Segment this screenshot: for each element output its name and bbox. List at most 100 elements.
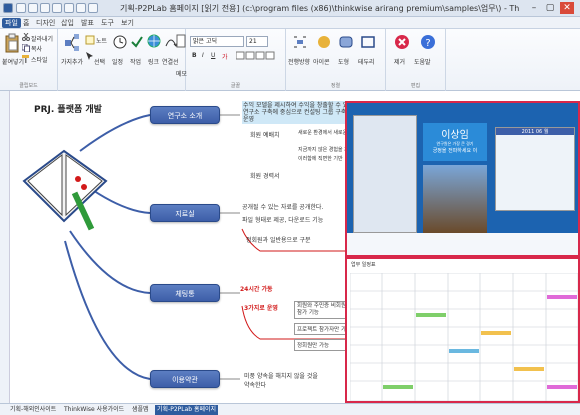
branch-node-resources[interactable]: 지료실 — [150, 204, 220, 222]
undo-icon[interactable] — [52, 3, 62, 13]
icon-picker-button[interactable]: 아이콘 — [313, 57, 330, 66]
branch-leaf[interactable]: 회원 경력서 — [250, 171, 280, 180]
schedule-button[interactable]: 일정 — [112, 57, 123, 66]
add-branch-icon[interactable] — [64, 33, 80, 53]
save-icon[interactable] — [40, 3, 50, 13]
doc-tab[interactable]: ThinkWise 사용가이드 — [62, 405, 126, 415]
open-file-icon[interactable] — [28, 3, 38, 13]
schedule-icon[interactable] — [113, 35, 127, 49]
branch-leaf[interactable]: 회원 예배치 — [250, 130, 280, 139]
task-icon[interactable] — [130, 35, 144, 49]
preview-photo — [423, 165, 487, 233]
shape-icon[interactable] — [338, 34, 354, 50]
title-bar: 기획-P2PLab 홈페이지 [읽기 전용] (c:\program files… — [0, 0, 580, 17]
schedule-grid — [350, 273, 578, 401]
font-name-select[interactable]: 맑은 고딕 — [190, 36, 244, 47]
mindmap-canvas[interactable]: PRJ. 플랫폼 개발 연구소 소개 수익 모델을 제시하여 수익을 창출할 수… — [10, 91, 580, 403]
doc-tab-active[interactable]: 기획-P2PLab 홈페이지 — [155, 405, 219, 415]
branch-leaf[interactable]: 수익 모델을 제시하여 수익을 창출할 수 있는 연구소 구축에 중심으로 컨설… — [242, 101, 362, 124]
root-notebook-icon[interactable] — [16, 121, 112, 241]
menu-present[interactable]: 발표 — [78, 18, 97, 28]
left-side-panel[interactable] — [0, 91, 10, 403]
branch-leaf[interactable]: 공개될 수 있는 자료를 공개한다. — [242, 202, 323, 211]
menu-view[interactable]: 보기 — [118, 18, 137, 28]
branch-leaf[interactable]: 미풍 양속을 해치지 않을 것을 약속한다 — [244, 372, 318, 390]
note-button[interactable]: 노트 — [96, 36, 107, 45]
branch-leaf[interactable]: 프로젝트 참가자만 가능 — [294, 323, 350, 335]
menu-insert[interactable]: 삽입 — [58, 18, 77, 28]
branch-leaf[interactable]: 파일 형태로 제공, 다운로드 기능 — [242, 215, 323, 224]
paste-button[interactable]: 붙여넣기 — [2, 57, 24, 66]
border-icon[interactable] — [360, 34, 376, 50]
app-window: 기획-P2PLab 홈페이지 [읽기 전용] (c:\program files… — [0, 0, 580, 415]
branch-leaf[interactable]: 3가지로 운영 — [244, 303, 278, 312]
help-icon[interactable]: ? — [420, 34, 436, 50]
delete-icon[interactable] — [394, 34, 410, 50]
ribbon: 붙여넣기 잘라내기 복사 스타일 클립보드 가지추가 노트 선택 일정 작업 링… — [0, 29, 580, 91]
new-file-icon[interactable] — [16, 3, 26, 13]
minimize-button[interactable]: – — [527, 2, 541, 14]
cut-icon[interactable] — [22, 33, 30, 41]
menu-file[interactable]: 파일 — [2, 18, 21, 28]
task-button[interactable]: 작업 — [130, 57, 141, 66]
branch-node-chat[interactable]: 체팅통 — [150, 284, 220, 302]
ribbon-group-clipboard: 붙여넣기 잘라내기 복사 스타일 클립보드 — [0, 29, 58, 91]
icon-picker-icon[interactable] — [316, 34, 332, 50]
doc-tab[interactable]: 샘플맵 — [130, 405, 151, 415]
window-title: 기획-P2PLab 홈페이지 [읽기 전용] (c:\program files… — [120, 4, 520, 13]
copy-icon[interactable] — [22, 44, 30, 52]
edit-group-label: 편집 — [410, 83, 421, 89]
format-painter-icon[interactable] — [22, 55, 30, 63]
cut-button[interactable]: 잘라내기 — [31, 34, 53, 43]
redo-icon[interactable] — [64, 3, 74, 13]
preview-calendar-title: 2011 06 월 — [496, 128, 574, 135]
alignment-icons[interactable] — [236, 51, 276, 61]
delete-button[interactable]: 제거 — [394, 57, 405, 66]
preview-icon-row — [347, 233, 578, 255]
restore-button[interactable]: ▢ — [543, 2, 557, 14]
italic-button[interactable]: I — [202, 52, 204, 59]
shape-button[interactable]: 도형 — [338, 57, 349, 66]
help-button[interactable]: 도움말 — [414, 57, 431, 66]
branch-node-intro[interactable]: 연구소 소개 — [150, 106, 220, 124]
map-direction-button[interactable]: 전행방향 — [288, 57, 310, 66]
menu-tools[interactable]: 도구 — [98, 18, 117, 28]
print-icon[interactable] — [76, 3, 86, 13]
menu-home[interactable]: 홈 — [20, 18, 32, 28]
bold-button[interactable]: B — [192, 52, 197, 59]
doc-tab[interactable]: 기획-해외인사이트 — [8, 405, 58, 415]
branch-leaf[interactable]: 정회원만 가능 — [294, 339, 350, 351]
branch-leaf[interactable]: 회원와 주민증 비회원 참가 기능 — [294, 301, 350, 319]
memo-icon[interactable] — [176, 34, 186, 48]
root-title[interactable]: PRJ. 플랫폼 개발 — [34, 102, 102, 115]
close-button[interactable]: ✕ — [560, 2, 574, 14]
thumbnail-website-preview[interactable]: 이상임 연구원은 가장 큰 경기 긍정을 전파하세요 이 2011 06 월 — [345, 101, 580, 257]
note-icon[interactable] — [85, 35, 95, 45]
underline-button[interactable]: U — [211, 52, 215, 59]
link-icon[interactable] — [147, 34, 161, 48]
ribbon-group-insert: 가지추가 노트 선택 일정 작업 링크 연결선 메모 — [58, 29, 187, 91]
add-branch-button[interactable]: 가지추가 — [61, 57, 83, 66]
schedule-header: 업무 일정표 — [351, 262, 376, 268]
menu-design[interactable]: 디자인 — [33, 18, 58, 28]
format-painter-button[interactable]: 스타일 — [31, 55, 48, 64]
select-button[interactable]: 선택 — [94, 57, 105, 66]
connector-button[interactable]: 연결선 — [162, 57, 179, 66]
thumbnail-schedule-preview[interactable]: 업무 일정표 — [345, 257, 580, 403]
menu-bar: 파일 홈 디자인 삽입 발표 도구 보기 — [0, 17, 580, 29]
map-direction-icon[interactable] — [292, 34, 308, 50]
app-logo-icon[interactable] — [3, 3, 13, 13]
svg-text:?: ? — [425, 38, 430, 49]
sub-leaf[interactable]: 이러함에 직면한 기반 — [298, 155, 343, 162]
link-button[interactable]: 링크 — [148, 57, 159, 66]
ribbon-group-edit: 제거 ? 도움말 편집 — [386, 29, 446, 91]
copy-button[interactable]: 복사 — [31, 44, 42, 53]
font-size-select[interactable]: 21 — [246, 36, 268, 47]
paste-icon[interactable] — [4, 33, 20, 53]
branch-leaf[interactable]: 24시간 가동 — [240, 284, 273, 293]
quick-access-dropdown-icon[interactable] — [88, 3, 98, 13]
branch-leaf[interactable]: 정회원과 일반용으로 구분 — [246, 235, 311, 244]
border-button[interactable]: 테두리 — [358, 57, 375, 66]
branch-node-terms[interactable]: 이용약관 — [150, 370, 220, 388]
font-color-button[interactable]: 가 — [222, 52, 228, 61]
